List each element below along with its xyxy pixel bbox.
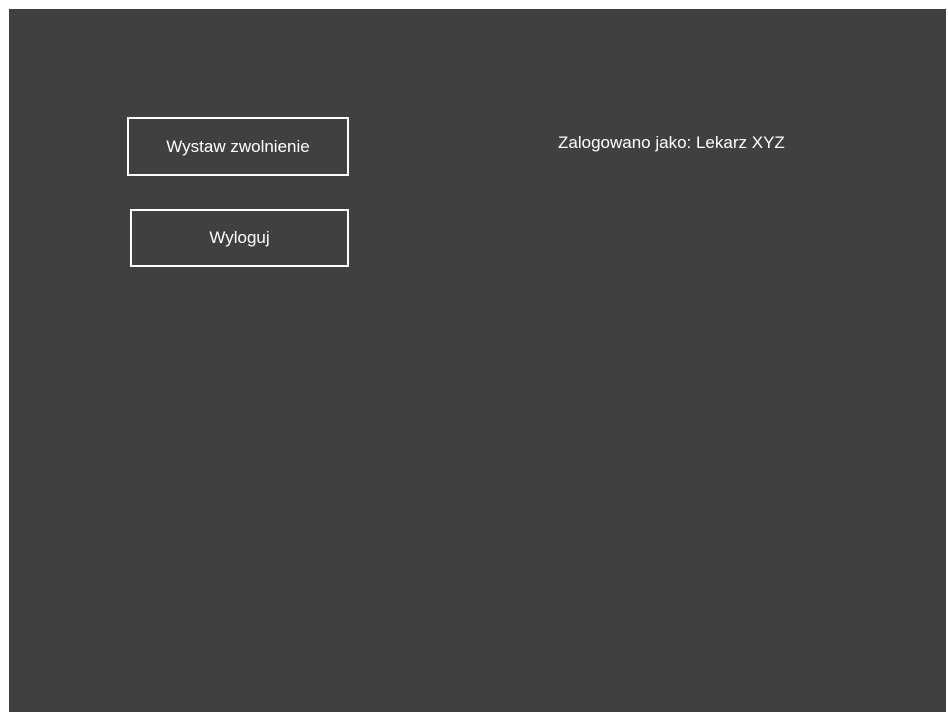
issue-sick-leave-button[interactable]: Wystaw zwolnienie xyxy=(127,117,349,176)
main-screen: Wystaw zwolnienie Wyloguj Zalogowano jak… xyxy=(9,9,946,712)
logged-in-user-label: Zalogowano jako: Lekarz XYZ xyxy=(558,133,785,152)
logout-button[interactable]: Wyloguj xyxy=(130,209,349,267)
